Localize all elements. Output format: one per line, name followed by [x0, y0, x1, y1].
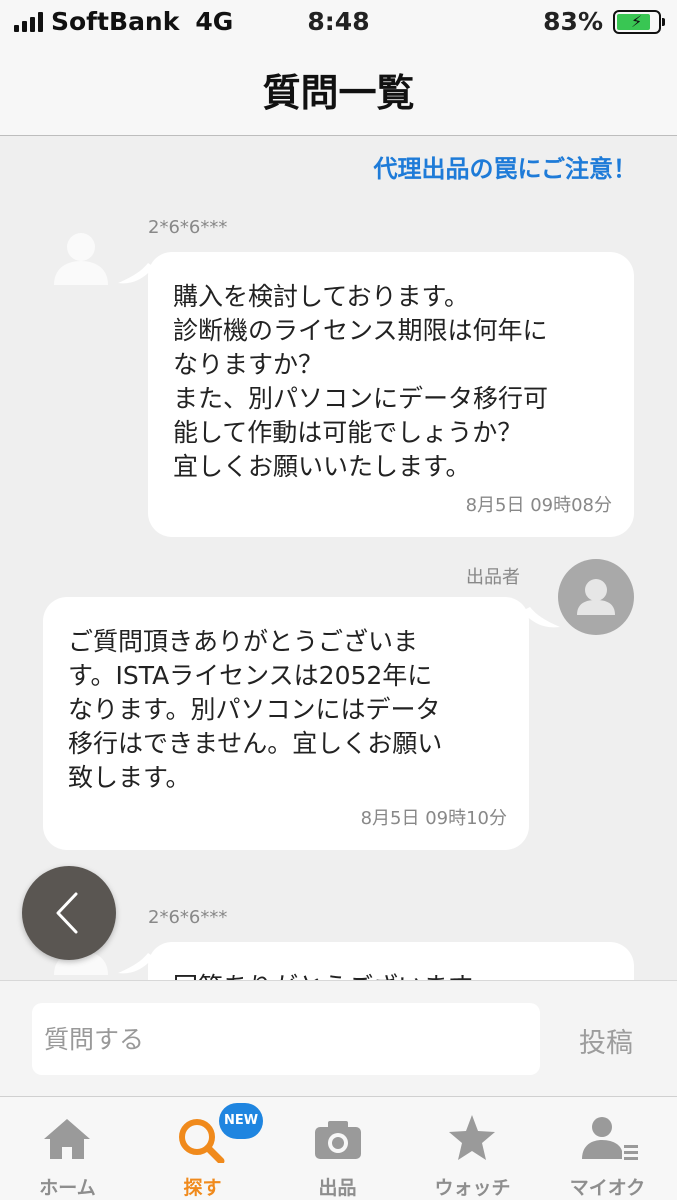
tab-my-auction[interactable]: マイオク	[540, 1097, 675, 1200]
battery-level-fill: ⚡	[617, 12, 651, 31]
charging-bolt-icon: ⚡	[631, 12, 643, 31]
answer-bubble: ご質問頂きありがとうございま す。ISTAライセンスは2052年に なります。別…	[43, 597, 529, 850]
message-author: 2*6*6***	[148, 217, 228, 238]
star-icon	[449, 1115, 495, 1160]
post-button[interactable]: 投稿	[579, 1021, 633, 1060]
navigation-bar: 質問一覧	[0, 44, 677, 136]
battery-icon: ⚡	[613, 10, 665, 34]
person-icon	[577, 579, 615, 615]
back-button[interactable]	[22, 866, 116, 960]
question-bubble: 回答ありがとうございます	[148, 942, 634, 980]
seller-avatar-icon[interactable]	[558, 559, 634, 635]
question-bubble: 購入を検討しております。 診断機のライセンス期限は何年に なりますか？ また、別…	[148, 252, 634, 537]
new-badge: NEW	[219, 1103, 263, 1139]
question-list[interactable]: 代理出品の罠にご注意！ 2*6*6*** 購入を検討しております。 診断機のライ…	[0, 137, 677, 980]
message-text: 回答ありがとうございます	[173, 970, 473, 980]
page-title: 質問一覧	[262, 71, 415, 115]
chevron-left-icon	[56, 892, 78, 934]
status-bar: SoftBank 4G 8:48 83% ⚡	[0, 0, 677, 44]
tab-search[interactable]: NEW 探す	[135, 1097, 270, 1200]
tab-label: 探す	[183, 1177, 222, 1199]
proxy-listing-warning-link[interactable]: 代理出品の罠にご注意！	[373, 149, 637, 184]
tab-watch[interactable]: ウォッチ	[405, 1097, 540, 1200]
tab-label: ホーム	[39, 1177, 96, 1199]
camera-icon	[315, 1121, 361, 1159]
tab-label: ウォッチ	[434, 1177, 511, 1199]
message-author: 出品者	[466, 567, 520, 588]
tab-home[interactable]: ホーム	[0, 1097, 135, 1200]
message-date: 8月5日 09時08分	[465, 495, 612, 516]
tab-sell[interactable]: 出品	[270, 1097, 405, 1200]
my-account-icon	[582, 1117, 638, 1160]
tab-label: 出品	[318, 1177, 357, 1199]
tab-label: マイオク	[569, 1177, 646, 1199]
home-icon	[44, 1119, 90, 1159]
battery-percent: 83%	[543, 7, 603, 36]
user-avatar-icon	[54, 233, 108, 285]
question-input[interactable]	[32, 1003, 540, 1075]
tab-bar: ホーム NEW 探す 出品 ウォッチ マイオク	[0, 1096, 677, 1200]
message-date: 8月5日 09時10分	[360, 808, 507, 829]
question-compose-area: 投稿	[0, 980, 677, 1096]
message-author: 2*6*6***	[148, 907, 228, 928]
message-text: 購入を検討しております。 診断機のライセンス期限は何年に なりますか？ また、別…	[173, 282, 549, 481]
message-text: ご質問頂きありがとうございま す。ISTAライセンスは2052年に なります。別…	[68, 627, 443, 792]
